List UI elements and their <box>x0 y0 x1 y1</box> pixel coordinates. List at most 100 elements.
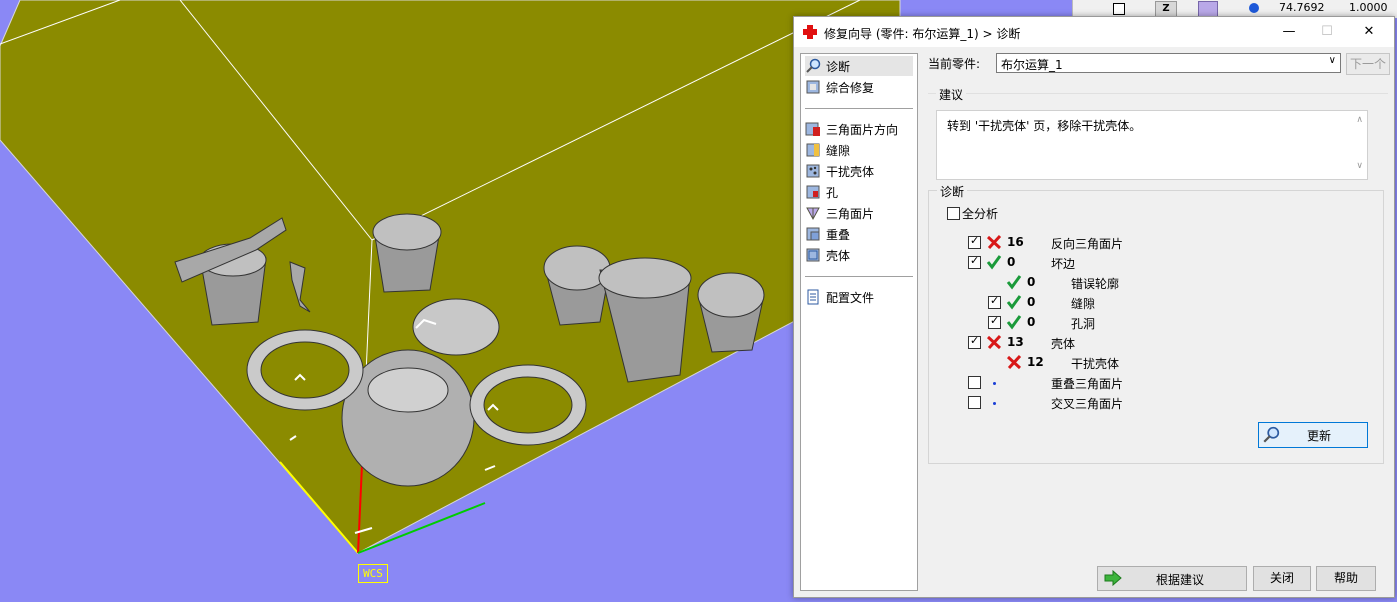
bullet-icon <box>993 382 996 385</box>
diag-checkbox-holes[interactable] <box>988 314 1001 329</box>
chevron-down-icon: ∨ <box>1328 55 1336 66</box>
ok-check-icon <box>1006 315 1022 330</box>
scroll-up-icon[interactable]: ∧ <box>1356 115 1363 125</box>
value-readout-2: 1.0000 <box>1349 1 1388 14</box>
blue-dot-icon[interactable] <box>1249 3 1259 13</box>
z-axis-button[interactable]: Z <box>1155 1 1177 17</box>
current-part-select[interactable]: 布尔运算_1 ∨ <box>996 53 1341 73</box>
sidebar-item-gap[interactable]: 缝隙 <box>805 140 913 160</box>
sidebar-item-label: 三角面片 <box>826 206 875 221</box>
diag-label: 壳体 <box>1051 337 1076 351</box>
dialog-titlebar[interactable]: 修复向导 (零件: 布尔运算_1) > 诊断 — ☐ ✕ <box>794 17 1394 47</box>
view-cube-icon[interactable] <box>1198 1 1218 17</box>
wcs-label: WCS <box>358 564 388 583</box>
diag-label: 坏边 <box>1051 257 1076 271</box>
square-icon[interactable] <box>1113 3 1125 15</box>
diag-count: 0 <box>1027 295 1036 309</box>
diag-label: 重叠三角面片 <box>1051 377 1124 391</box>
green-arrow-icon <box>1104 570 1122 586</box>
sidebar-item-overlap[interactable]: 重叠 <box>805 224 913 244</box>
help-button[interactable]: 帮助 <box>1316 566 1376 591</box>
sidebar-item-label: 孔 <box>826 185 839 200</box>
sidebar-item-shell[interactable]: 壳体 <box>805 245 913 265</box>
diag-count: 16 <box>1007 235 1024 249</box>
error-cross-icon <box>1006 354 1022 370</box>
sidebar-item-label: 三角面片方向 <box>826 122 899 137</box>
wizard-sidebar: 诊断 综合修复 三角面片方向 缝隙 干扰壳体 孔 三角面片 重叠 壳体 配置文件 <box>800 53 918 591</box>
profile-document-icon <box>807 289 819 305</box>
value-readout-1: 74.7692 <box>1279 1 1325 14</box>
apply-suggestion-button[interactable]: 根据建议 <box>1097 566 1247 591</box>
noise-shell-icon <box>806 164 820 178</box>
sidebar-item-hole[interactable]: 孔 <box>805 182 913 202</box>
next-button[interactable]: 下一个 <box>1346 53 1390 75</box>
diag-checkbox-overlap[interactable] <box>968 376 981 389</box>
sidebar-item-label: 干扰壳体 <box>826 164 875 179</box>
suggestion-group-title: 建议 <box>936 86 967 103</box>
error-cross-icon <box>986 334 1002 350</box>
diag-checkbox-reversed[interactable] <box>968 234 981 249</box>
diag-checkbox-shells[interactable] <box>968 334 981 349</box>
apply-suggestion-label: 根据建议 <box>1156 573 1205 587</box>
overlap-icon <box>806 227 820 241</box>
diag-count: 0 <box>1027 275 1036 289</box>
diagnosis-group: 诊断 全分析 16 反向三角面片 0 坏边 0 错误轮廓 0 缝隙 0 孔洞 1… <box>928 183 1384 464</box>
repair-wizard-dialog: 修复向导 (零件: 布尔运算_1) > 诊断 — ☐ ✕ 诊断 综合修复 三角面… <box>793 16 1395 598</box>
scroll-down-icon[interactable]: ∨ <box>1356 161 1363 171</box>
diag-label: 交叉三角面片 <box>1051 397 1124 411</box>
triangle-orientation-icon <box>805 122 820 136</box>
diag-label: 反向三角面片 <box>1051 237 1124 251</box>
teapot-lid <box>412 298 500 356</box>
sidebar-item-label: 缝隙 <box>826 143 851 158</box>
suggestion-text: 转到 '干扰壳体' 页，移除干扰壳体。 <box>947 119 1142 133</box>
suggestion-group: 建议 转到 '干扰壳体' 页，移除干扰壳体。 ∧ ∨ <box>928 86 1388 182</box>
suggestion-textbox[interactable]: 转到 '干扰壳体' 页，移除干扰壳体。 ∧ ∨ <box>936 110 1368 180</box>
current-part-label: 当前零件: <box>928 57 981 71</box>
sidebar-item-diagnosis[interactable]: 诊断 <box>805 56 913 76</box>
red-cross-icon <box>803 25 817 39</box>
diag-count: 0 <box>1027 315 1036 329</box>
diagnosis-group-title: 诊断 <box>937 183 968 200</box>
diag-checkbox-gaps[interactable] <box>988 294 1001 309</box>
bullet-icon <box>993 402 996 405</box>
close-window-button[interactable]: ✕ <box>1352 21 1386 43</box>
maximize-button[interactable]: ☐ <box>1310 21 1344 43</box>
ok-check-icon <box>1006 275 1022 290</box>
error-cross-icon <box>986 234 1002 250</box>
dialog-title: 修复向导 (零件: 布尔运算_1) > 诊断 <box>824 27 1021 41</box>
current-part-value: 布尔运算_1 <box>1001 58 1063 72</box>
full-analysis-checkbox[interactable] <box>947 207 960 220</box>
sidebar-item-label: 综合修复 <box>826 80 875 95</box>
diag-count: 13 <box>1007 335 1024 349</box>
diag-label: 孔洞 <box>1071 317 1096 331</box>
shell-icon <box>806 248 820 262</box>
magnifier-icon <box>806 58 821 73</box>
composite-repair-icon <box>806 80 820 94</box>
magnifier-icon <box>1263 426 1280 443</box>
diag-checkbox-bad-edges[interactable] <box>968 254 981 269</box>
sidebar-item-composite-repair[interactable]: 综合修复 <box>805 77 913 97</box>
diag-count: 12 <box>1027 355 1044 369</box>
gap-icon <box>806 143 820 157</box>
diag-label: 缝隙 <box>1071 297 1096 311</box>
sidebar-item-label: 配置文件 <box>826 290 875 305</box>
sidebar-item-noise-shell[interactable]: 干扰壳体 <box>805 161 913 181</box>
ok-check-icon <box>1006 295 1022 310</box>
sidebar-item-profile[interactable]: 配置文件 <box>805 287 913 307</box>
sidebar-item-triangles[interactable]: 三角面片 <box>805 203 913 223</box>
update-button[interactable]: 更新 <box>1258 422 1368 448</box>
hole-icon <box>806 185 820 199</box>
diag-count: 0 <box>1007 255 1016 269</box>
triangle-icon <box>806 207 820 221</box>
sidebar-item-triangle-orientation[interactable]: 三角面片方向 <box>805 119 913 139</box>
diag-label: 干扰壳体 <box>1071 357 1120 371</box>
sidebar-item-label: 重叠 <box>826 227 851 242</box>
sidebar-item-label: 诊断 <box>826 59 851 74</box>
minimize-button[interactable]: — <box>1272 21 1306 43</box>
ok-check-icon <box>986 255 1002 270</box>
close-button[interactable]: 关闭 <box>1253 566 1311 591</box>
sidebar-item-label: 壳体 <box>826 248 851 263</box>
diag-checkbox-intersect[interactable] <box>968 396 981 409</box>
diag-label: 错误轮廓 <box>1071 277 1120 291</box>
update-button-label: 更新 <box>1307 429 1332 443</box>
